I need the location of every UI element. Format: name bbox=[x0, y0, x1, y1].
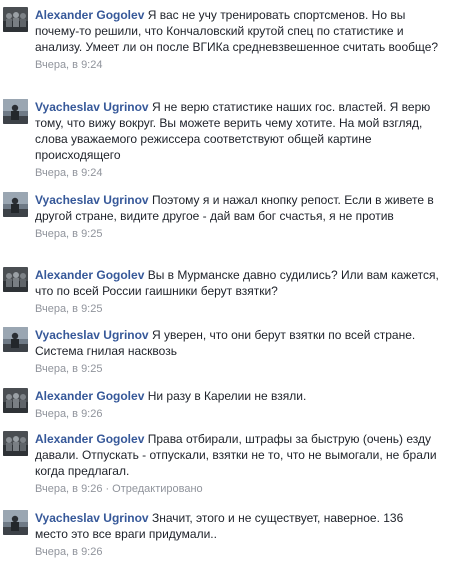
comment-author-link[interactable]: Alexander Gogolev bbox=[35, 389, 144, 403]
comment-body: Alexander Gogolev Ни разу в Карелии не в… bbox=[35, 388, 439, 421]
comment-author-link[interactable]: Vyacheslav Ugrinov bbox=[35, 328, 149, 342]
comment-body: Vyacheslav Ugrinov Я уверен, что они бер… bbox=[35, 327, 439, 376]
comment-meta: Вчера, в 9:24 bbox=[35, 166, 439, 180]
comment-timestamp[interactable]: Вчера, в 9:26 bbox=[35, 546, 102, 558]
comment-author-link[interactable]: Vyacheslav Ugrinov bbox=[35, 511, 149, 525]
comment-timestamp[interactable]: Вчера, в 9:25 bbox=[35, 363, 102, 375]
comment-timestamp[interactable]: Вчера, в 9:24 bbox=[35, 59, 102, 71]
edited-label[interactable]: Отредактировано bbox=[112, 483, 203, 495]
avatar[interactable] bbox=[3, 431, 28, 456]
avatar-ugrinov-icon bbox=[3, 327, 28, 352]
comment-body: Vyacheslav Ugrinov Поэтому я и нажал кно… bbox=[35, 192, 439, 241]
comment-author-link[interactable]: Alexander Gogolev bbox=[35, 268, 144, 282]
avatar[interactable] bbox=[3, 267, 28, 292]
comment-body: Vyacheslav Ugrinov Я не верю статистике … bbox=[35, 99, 439, 180]
avatar-ugrinov-icon bbox=[3, 99, 28, 124]
comment-meta: Вчера, в 9:26 · Отредактировано bbox=[35, 482, 439, 496]
comment-meta: Вчера, в 9:25 bbox=[35, 227, 439, 241]
avatar[interactable] bbox=[3, 327, 28, 352]
avatar-ugrinov-icon bbox=[3, 510, 28, 535]
comment-meta: Вчера, в 9:25 bbox=[35, 362, 439, 376]
comment-body: Alexander Gogolev Я вас не учу тренирова… bbox=[35, 7, 439, 72]
comment-author-link[interactable]: Vyacheslav Ugrinov bbox=[35, 100, 149, 114]
comment-timestamp[interactable]: Вчера, в 9:25 bbox=[35, 303, 102, 315]
comment-body: Alexander Gogolev Вы в Мурманске давно с… bbox=[35, 267, 439, 316]
comment-text: Ни разу в Карелии не взяли. bbox=[147, 389, 307, 403]
comment-author-link[interactable]: Alexander Gogolev bbox=[35, 8, 144, 22]
comment-meta: Вчера, в 9:26 bbox=[35, 407, 439, 421]
avatar-gogolev-icon bbox=[3, 388, 28, 413]
comment-meta: Вчера, в 9:24 bbox=[35, 58, 439, 72]
avatar[interactable] bbox=[3, 7, 28, 32]
comment-body: Vyacheslav Ugrinov Значит, этого и не су… bbox=[35, 510, 439, 559]
avatar[interactable] bbox=[3, 388, 28, 413]
avatar[interactable] bbox=[3, 99, 28, 124]
comment-body: Alexander Gogolev Права отбирали, штрафы… bbox=[35, 431, 439, 496]
avatar[interactable] bbox=[3, 192, 28, 217]
comment-timestamp[interactable]: Вчера, в 9:26 bbox=[35, 483, 102, 495]
meta-separator: · bbox=[105, 483, 110, 495]
avatar[interactable] bbox=[3, 510, 28, 535]
comment-meta: Вчера, в 9:25 bbox=[35, 302, 439, 316]
avatar-gogolev-icon bbox=[3, 267, 28, 292]
comment-timestamp[interactable]: Вчера, в 9:24 bbox=[35, 167, 102, 179]
comment-meta: Вчера, в 9:26 bbox=[35, 545, 439, 559]
comment-timestamp[interactable]: Вчера, в 9:26 bbox=[35, 408, 102, 420]
avatar-gogolev-icon bbox=[3, 431, 28, 456]
comment-author-link[interactable]: Vyacheslav Ugrinov bbox=[35, 193, 149, 207]
avatar-gogolev-icon bbox=[3, 7, 28, 32]
comment-timestamp[interactable]: Вчера, в 9:25 bbox=[35, 228, 102, 240]
comment-thread: Alexander Gogolev Я вас не учу тренирова… bbox=[0, 0, 449, 561]
comment-author-link[interactable]: Alexander Gogolev bbox=[35, 432, 144, 446]
avatar-ugrinov-icon bbox=[3, 192, 28, 217]
